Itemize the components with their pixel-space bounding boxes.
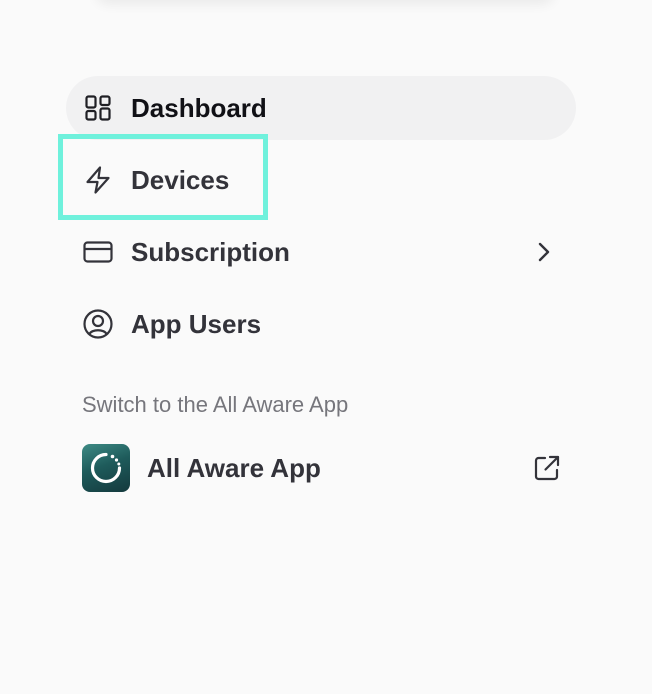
nav-item-label: Subscription <box>131 236 290 267</box>
nav-item-devices[interactable]: Devices <box>66 148 576 212</box>
nav-item-app-users[interactable]: App Users <box>66 292 576 356</box>
nav-item-label: Devices <box>131 164 230 195</box>
external-link-icon[interactable] <box>532 453 562 483</box>
nav-item-dashboard[interactable]: Dashboard <box>66 76 576 140</box>
all-aware-logo-icon <box>82 444 130 492</box>
credit-card-icon <box>82 236 114 268</box>
nav-item-label: Dashboard <box>131 92 267 123</box>
switch-section-label: Switch to the All Aware App <box>82 392 349 417</box>
user-circle-icon <box>82 308 114 340</box>
chevron-right-icon[interactable] <box>534 240 554 264</box>
lightning-bolt-icon <box>82 164 114 196</box>
app-name: All Aware App <box>147 452 321 483</box>
all-aware-app-link[interactable]: All Aware App <box>82 444 562 492</box>
nav-item-label: App Users <box>131 308 262 339</box>
nav-item-subscription[interactable]: Subscription <box>66 220 576 284</box>
dashboard-grid-icon <box>82 92 114 124</box>
